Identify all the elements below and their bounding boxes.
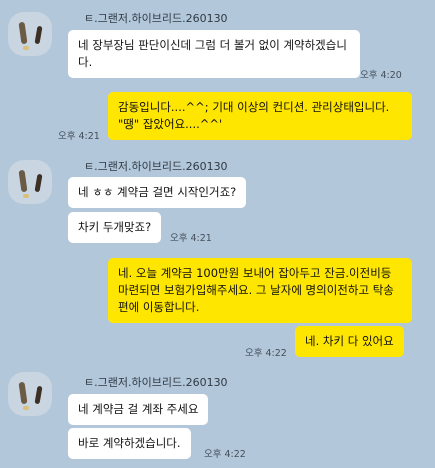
sender-avatar[interactable] [8, 160, 52, 204]
sender-avatar[interactable] [8, 12, 52, 56]
message-bubble[interactable]: 네 계약금 걸 계좌 주세요 [68, 394, 209, 425]
message-time: 오후 4:22 [245, 348, 287, 359]
message-time: 오후 4:21 [58, 131, 100, 142]
message-bubble[interactable]: 감동입니다....^^; 기대 이상의 컨디션. 관리상태입니다. "땡" 잡았… [108, 92, 412, 140]
sender-name: ㅌ.그랜저.하이브리드.260130 [84, 160, 228, 173]
message-time: 오후 4:20 [360, 70, 402, 81]
message-bubble[interactable]: 차키 두개맞죠? [68, 212, 162, 243]
sender-name: ㅌ.그랜저.하이브리드.260130 [84, 376, 228, 389]
message-bubble[interactable]: 네 장부장님 판단이신데 그럼 더 볼거 없이 계약하겠습니다. [68, 30, 360, 78]
message-bubble[interactable]: 네 ㅎㅎ 계약금 걸면 시작인거죠? [68, 177, 247, 208]
message-bubble[interactable]: 네. 오늘 계약금 100만원 보내어 잡아두고 잔금.이전비등 마련되면 보험… [108, 258, 412, 323]
message-time: 오후 4:21 [170, 233, 212, 244]
sender-avatar[interactable] [8, 372, 52, 416]
message-bubble[interactable]: 바로 계약하겠습니다. [68, 428, 191, 459]
sender-name: ㅌ.그랜저.하이브리드.260130 [84, 12, 228, 25]
message-time: 오후 4:22 [204, 449, 246, 460]
message-bubble[interactable]: 네. 차키 다 있어요 [295, 326, 404, 357]
